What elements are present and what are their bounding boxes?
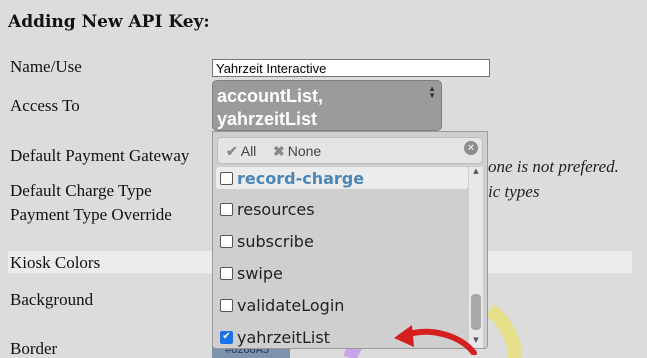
access-selected-line-2: yahrzeitList <box>217 109 318 129</box>
option-label: swipe <box>237 263 283 283</box>
checkbox[interactable] <box>220 202 233 216</box>
background-label: Background <box>10 290 94 309</box>
annotation-arrow-icon <box>394 325 477 355</box>
option-label: validateLogin <box>237 295 345 315</box>
option-label: yahrzeitList <box>237 327 330 347</box>
select-actions-bar: ✔ All ✖ None × <box>217 137 483 164</box>
clear-icon[interactable]: × <box>464 141 478 155</box>
option-resources[interactable]: resources <box>216 195 468 223</box>
override-label: Payment Type Override <box>10 205 172 224</box>
charge-type-hint: ic types <box>488 182 540 201</box>
checkbox[interactable] <box>220 171 233 185</box>
check-icon: ✔ <box>226 143 238 159</box>
scroll-up-icon[interactable]: ▲ <box>469 167 483 177</box>
access-selected-line-1: accountList, <box>217 86 324 106</box>
option-label: resources <box>237 199 315 219</box>
access-select[interactable]: accountList, yahrzeitList ▲ ▼ <box>212 80 442 131</box>
option-swipe[interactable]: swipe <box>216 259 468 287</box>
gateway-hint: one is not prefered. <box>488 157 619 176</box>
option-record-charge[interactable]: record-charge <box>216 167 468 189</box>
x-icon: ✖ <box>273 143 285 159</box>
border-label: Border <box>10 339 58 358</box>
select-all-label: All <box>240 143 257 159</box>
checkbox[interactable] <box>220 234 233 248</box>
option-label: subscribe <box>237 231 314 251</box>
select-none-label: None <box>287 143 322 159</box>
name-label: Name/Use <box>10 57 82 76</box>
checkbox[interactable] <box>220 266 233 280</box>
checkbox[interactable] <box>220 298 233 312</box>
select-arrows-icon: ▲ ▼ <box>428 84 436 100</box>
name-input[interactable] <box>212 59 490 77</box>
kiosk-colors-label: Kiosk Colors <box>10 253 101 272</box>
select-none-button[interactable]: ✖ None <box>273 143 321 160</box>
charge-type-label: Default Charge Type <box>10 181 152 200</box>
select-all-button[interactable]: ✔ All <box>226 143 256 160</box>
option-label: record-charge <box>237 168 365 188</box>
checkbox-checked[interactable]: ✔ <box>220 330 233 344</box>
gateway-label: Default Payment Gateway <box>10 146 190 165</box>
access-label: Access To <box>10 96 80 115</box>
form-heading: Adding New API Key: <box>8 12 210 32</box>
option-subscribe[interactable]: subscribe <box>216 227 468 255</box>
